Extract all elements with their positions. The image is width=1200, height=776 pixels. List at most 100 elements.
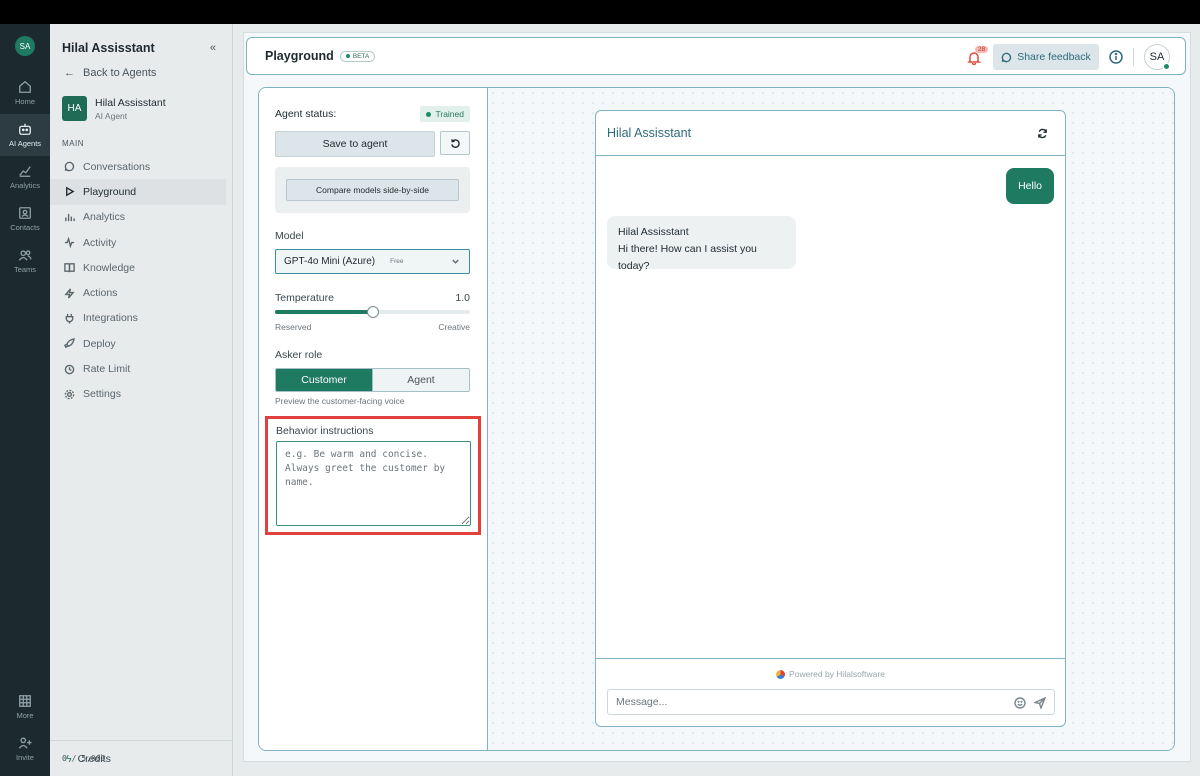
rail-item-label: AI Agents — [8, 139, 42, 148]
model-label: Model — [275, 230, 304, 242]
online-status-dot — [1163, 63, 1170, 70]
chat-bubble-icon — [1001, 52, 1012, 62]
reset-button[interactable] — [440, 131, 470, 155]
sidebar-item-rate-limit[interactable]: Rate Limit — [50, 356, 226, 381]
rail-item-label: Invite — [16, 753, 34, 762]
config-panel: Agent status: Trained Save to agent Comp… — [259, 88, 488, 750]
plug-icon — [65, 313, 74, 324]
bot-message-bubble: Hilal Assisstant Hi there! How can I ass… — [607, 216, 796, 272]
slider-thumb[interactable] — [366, 306, 379, 318]
role-option-agent[interactable]: Agent — [372, 369, 469, 391]
rail-item-home[interactable]: Home — [0, 72, 50, 114]
behavior-instructions-label: Behavior instructions — [276, 425, 374, 437]
message-input[interactable] — [616, 696, 1006, 708]
team-icon — [18, 250, 32, 261]
bolt-icon: ϟ — [66, 752, 72, 765]
sidebar-item-activity[interactable]: Activity — [50, 230, 226, 255]
sidebar-item-label: Deploy — [83, 337, 116, 350]
credits-bar: ϟ Credits 0 / 5,000 — [50, 740, 232, 776]
icon-rail: SA Home AI Agents Analytics Contacts Tea… — [0, 24, 50, 776]
agent-avatar: HA — [62, 96, 87, 121]
collapse-sidebar-icon[interactable]: « — [210, 42, 216, 54]
section-label-main: MAIN — [62, 139, 84, 148]
emoji-button[interactable] — [1014, 696, 1026, 709]
sidebar-item-knowledge[interactable]: Knowledge — [50, 255, 226, 280]
message-input-box — [607, 689, 1055, 715]
notifications-button[interactable]: 28 — [965, 46, 989, 65]
robot-icon — [19, 123, 31, 135]
bot-name: Hilal Assisstant — [618, 226, 689, 238]
share-feedback-button[interactable]: Share feedback — [993, 44, 1099, 70]
agent-type: AI Agent — [95, 110, 128, 121]
chevron-down-icon — [451, 257, 460, 266]
chart-icon — [19, 166, 31, 177]
sidebar-item-label: Integrations — [83, 312, 138, 325]
compare-models-button[interactable]: Compare models side-by-side — [286, 179, 459, 201]
credits-label: Credits — [77, 752, 111, 765]
sidebar-item-integrations[interactable]: Integrations — [50, 306, 226, 331]
role-hint: Preview the customer-facing voice — [275, 396, 405, 406]
rail-item-ai-agents[interactable]: AI Agents — [0, 114, 50, 156]
behavior-instructions-input[interactable] — [276, 441, 471, 526]
sidebar-item-label: Playground — [83, 185, 137, 198]
sidebar-item-label: Actions — [83, 287, 118, 300]
temperature-slider[interactable] — [275, 306, 470, 318]
playground-topbar: Playground BETA 28 Share feedback SA — [246, 37, 1186, 75]
rail-item-invite[interactable]: Invite — [0, 728, 50, 770]
share-feedback-label: Share feedback — [1017, 51, 1091, 63]
back-to-agents-link[interactable]: ← Back to Agents — [50, 66, 232, 80]
send-button[interactable] — [1032, 696, 1047, 711]
beta-label: BETA — [352, 52, 370, 60]
sidebar-item-label: Activity — [83, 236, 117, 249]
rail-item-label: Teams — [13, 265, 37, 274]
chat-icon — [64, 161, 75, 172]
temp-max-label: Creative — [438, 322, 470, 332]
user-avatar[interactable]: SA — [15, 36, 35, 56]
asker-role-toggle: Customer Agent — [275, 368, 470, 392]
arrow-left-icon: ← — [64, 67, 75, 79]
playground-canvas: Playground BETA 28 Share feedback SA Age… — [243, 32, 1191, 762]
agent-sidebar: Hilal Assisstant « ← Back to Agents HA H… — [50, 24, 233, 776]
rail-item-teams[interactable]: Teams — [0, 240, 50, 282]
rail-item-contacts[interactable]: Contacts — [0, 198, 50, 240]
beta-dot — [345, 54, 350, 58]
info-button[interactable] — [1109, 50, 1123, 64]
model-select[interactable]: GPT-4o Mini (Azure) Free — [275, 249, 470, 274]
sidebar-title: Hilal Assisstant — [62, 41, 155, 55]
sidebar-item-conversations[interactable]: Conversations — [50, 154, 226, 179]
agent-card: HA Hilal Assisstant AI Agent — [62, 96, 232, 121]
playground-workspace: Agent status: Trained Save to agent Comp… — [258, 87, 1175, 751]
main-area: Playground BETA 28 Share feedback SA Age… — [233, 24, 1200, 776]
user-message-bubble: Hello — [1006, 168, 1054, 204]
refresh-chat-button[interactable] — [1035, 126, 1049, 140]
chat-widget: Hilal Assisstant Hello Hilal Assisstant … — [595, 110, 1066, 727]
chat-header: Hilal Assisstant — [596, 111, 1065, 156]
play-icon — [66, 187, 75, 197]
temperature-value: 1.0 — [455, 292, 470, 304]
user-initials: SA — [1149, 51, 1165, 63]
notification-count: 28 — [975, 46, 989, 53]
powered-by: Powered by Hilalsoftware — [596, 669, 1065, 679]
agent-name: Hilal Assisstant — [95, 96, 166, 109]
gear-icon — [64, 389, 75, 400]
sidebar-item-label: Settings — [83, 388, 121, 401]
user-menu-avatar[interactable]: SA — [1144, 44, 1170, 70]
agent-status-row: Agent status: Trained — [275, 106, 470, 122]
sidebar-item-settings[interactable]: Settings — [50, 382, 226, 407]
clock-icon — [64, 364, 75, 374]
sidebar-item-analytics[interactable]: Analytics — [50, 205, 226, 230]
rail-item-analytics[interactable]: Analytics — [0, 156, 50, 198]
model-value: GPT-4o Mini (Azure) — [284, 256, 376, 267]
sidebar-item-actions[interactable]: Actions — [50, 280, 226, 305]
divider — [1133, 48, 1134, 66]
rail-bottom: More Invite — [0, 686, 50, 770]
save-to-agent-button[interactable]: Save to agent — [275, 131, 435, 157]
role-option-customer[interactable]: Customer — [276, 369, 372, 391]
bot-message-text: Hi there! How can I assist you today? — [618, 243, 757, 272]
sidebar-item-label: Conversations — [83, 160, 151, 173]
bell-icon — [967, 52, 981, 65]
sidebar-item-deploy[interactable]: Deploy — [50, 331, 226, 356]
sidebar-item-playground[interactable]: Playground — [50, 179, 226, 205]
agent-status-label: Agent status: — [275, 108, 337, 120]
rail-item-more[interactable]: More — [0, 686, 50, 728]
